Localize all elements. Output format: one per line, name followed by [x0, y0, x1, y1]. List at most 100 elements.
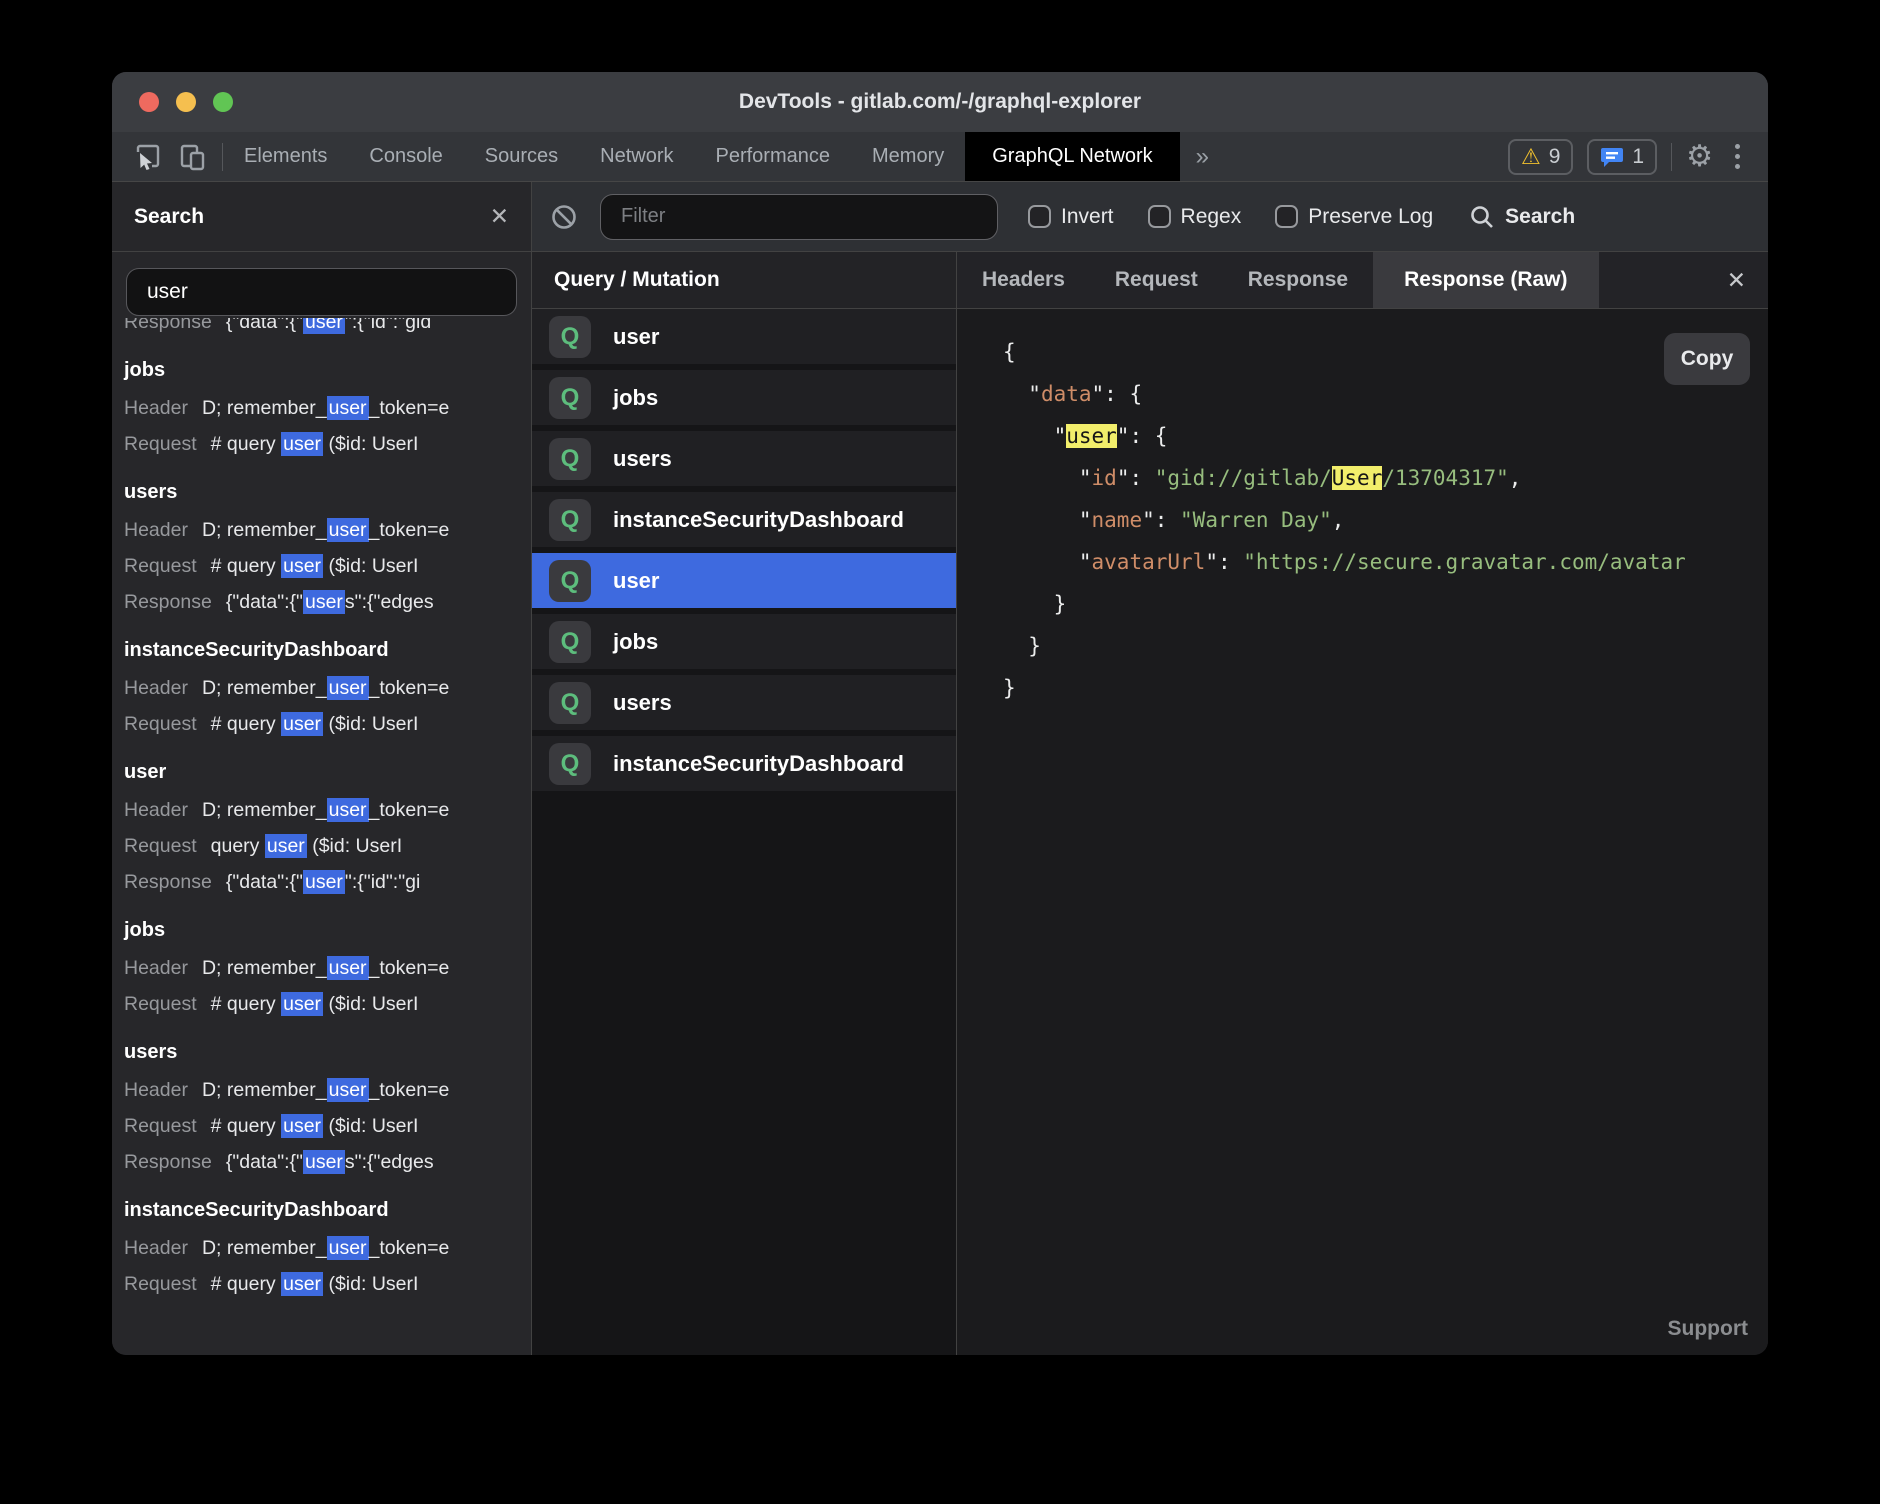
json-token: data: [1041, 382, 1092, 406]
query-row-users[interactable]: Qusers: [532, 431, 956, 486]
response-raw-view: Copy { "data": { "user": { "id": "gid://…: [957, 309, 1768, 1355]
query-row-label: user: [613, 568, 659, 594]
settings-gear-icon[interactable]: ⚙: [1686, 142, 1713, 172]
search-result-line[interactable]: Request# query user ($id: UserI: [124, 1266, 531, 1302]
warnings-badge[interactable]: ⚠ 9: [1508, 139, 1573, 175]
detail-tab-request[interactable]: Request: [1090, 252, 1223, 308]
detail-tab-headers[interactable]: Headers: [957, 252, 1090, 308]
json-line: }: [1003, 667, 1768, 709]
search-result-line[interactable]: Response{"data":{"users":{"edges: [124, 584, 531, 620]
result-text: ":{"id":"gi: [345, 871, 420, 893]
search-result-line[interactable]: HeaderD; remember_user_token=e: [124, 1230, 531, 1266]
search-result-group-title[interactable]: instanceSecurityDashboard: [124, 630, 531, 670]
search-result-group-title[interactable]: jobs: [124, 910, 531, 950]
detail-panel: HeadersRequestResponseResponse (Raw) ✕ Co…: [957, 252, 1768, 1355]
tab-memory[interactable]: Memory: [851, 132, 965, 181]
result-text: _token=e: [369, 519, 450, 541]
json-token: "Warren Day": [1180, 508, 1332, 532]
match-highlight: user: [1066, 424, 1117, 448]
search-result-line[interactable]: Request# query user ($id: UserI: [124, 426, 531, 462]
query-type-badge: Q: [549, 377, 591, 419]
result-text: # query: [211, 1115, 281, 1137]
query-type-badge: Q: [549, 316, 591, 358]
json-token: avatarUrl: [1092, 550, 1206, 574]
result-text: _token=e: [369, 799, 450, 821]
search-result-line[interactable]: HeaderD; remember_user_token=e: [124, 390, 531, 426]
inspect-element-icon[interactable]: [134, 142, 164, 172]
checkbox-invert[interactable]: Invert: [1028, 205, 1114, 229]
result-line-label: Response: [124, 318, 212, 333]
close-search-drawer-icon[interactable]: ✕: [490, 205, 509, 228]
tab-graphql-network[interactable]: GraphQL Network: [965, 132, 1179, 181]
issues-badge[interactable]: 1: [1587, 139, 1657, 175]
search-result-line[interactable]: Request# query user ($id: UserI: [124, 548, 531, 584]
search-result-group-title[interactable]: user: [124, 752, 531, 792]
search-result-line[interactable]: Requestquery user ($id: UserI: [124, 828, 531, 864]
query-row-instancesecuritydashboard[interactable]: QinstanceSecurityDashboard: [532, 492, 956, 547]
search-result-line[interactable]: Response{"data":{"user":{"id":"gid: [124, 318, 531, 340]
preserve-log-checkbox[interactable]: [1275, 205, 1298, 228]
checkbox-regex[interactable]: Regex: [1148, 205, 1242, 229]
search-result-group-title[interactable]: jobs: [124, 350, 531, 390]
query-list-panel: Query / Mutation QuserQjobsQusersQinstan…: [532, 252, 957, 1355]
device-toolbar-icon[interactable]: [178, 142, 208, 172]
detail-tab-response[interactable]: Response: [1223, 252, 1373, 308]
network-search-toggle[interactable]: Search: [1469, 204, 1575, 230]
search-results-panel: Response{"data":{"user":{"id":"gidjobsHe…: [112, 252, 532, 1355]
tab-sources[interactable]: Sources: [464, 132, 579, 181]
search-input[interactable]: [126, 268, 517, 316]
json-line: "user": {: [1003, 415, 1768, 457]
search-result-line[interactable]: Request# query user ($id: UserI: [124, 706, 531, 742]
search-result-line[interactable]: Response{"data":{"user":{"id":"gi: [124, 864, 531, 900]
invert-checkbox[interactable]: [1028, 205, 1051, 228]
clear-filter-icon[interactable]: [550, 203, 578, 231]
kebab-menu-icon[interactable]: [1727, 144, 1748, 169]
search-result-line[interactable]: HeaderD; remember_user_token=e: [124, 512, 531, 548]
query-type-badge: Q: [549, 438, 591, 480]
devtools-toolbar: ElementsConsoleSourcesNetworkPerformance…: [112, 132, 1768, 182]
search-result-group-title[interactable]: users: [124, 1032, 531, 1072]
query-row-instancesecuritydashboard[interactable]: QinstanceSecurityDashboard: [532, 736, 956, 791]
search-result-line[interactable]: HeaderD; remember_user_token=e: [124, 670, 531, 706]
regex-checkbox[interactable]: [1148, 205, 1171, 228]
json-token: ": {: [1117, 424, 1168, 448]
search-result-line[interactable]: Request# query user ($id: UserI: [124, 986, 531, 1022]
detail-tab-response-raw[interactable]: Response (Raw): [1373, 252, 1598, 308]
query-row-users[interactable]: Qusers: [532, 675, 956, 730]
search-result-line[interactable]: Response{"data":{"users":{"edges: [124, 1144, 531, 1180]
support-link[interactable]: Support: [1668, 1317, 1748, 1341]
result-text: {"data":{": [226, 591, 303, 613]
tab-elements[interactable]: Elements: [223, 132, 348, 181]
search-result-line[interactable]: HeaderD; remember_user_token=e: [124, 950, 531, 986]
more-tabs-chevron-icon[interactable]: »: [1180, 132, 1225, 181]
result-line-label: Request: [124, 555, 197, 577]
search-result-group-title[interactable]: instanceSecurityDashboard: [124, 1190, 531, 1230]
filter-input[interactable]: [600, 194, 998, 240]
close-detail-icon[interactable]: ✕: [1727, 252, 1768, 308]
query-row-jobs[interactable]: Qjobs: [532, 614, 956, 669]
query-row-user[interactable]: Quser: [532, 553, 956, 608]
tab-performance[interactable]: Performance: [695, 132, 852, 181]
result-text: ($id: UserI: [323, 555, 418, 577]
copy-button[interactable]: Copy: [1664, 333, 1750, 385]
search-result-line[interactable]: HeaderD; remember_user_token=e: [124, 1072, 531, 1108]
checkbox-preserve-log[interactable]: Preserve Log: [1275, 205, 1433, 229]
query-row-label: users: [613, 690, 672, 716]
result-text: # query: [211, 1273, 281, 1295]
query-row-user[interactable]: Quser: [532, 309, 956, 364]
json-line: }: [1003, 583, 1768, 625]
result-line-label: Request: [124, 835, 197, 857]
tab-console[interactable]: Console: [348, 132, 463, 181]
tab-network[interactable]: Network: [579, 132, 694, 181]
json-token: id: [1092, 466, 1117, 490]
search-result-group-title[interactable]: users: [124, 472, 531, 512]
result-text: _token=e: [369, 957, 450, 979]
query-row-jobs[interactable]: Qjobs: [532, 370, 956, 425]
match-highlight: user: [303, 870, 345, 894]
search-result-line[interactable]: HeaderD; remember_user_token=e: [124, 792, 531, 828]
search-result-line[interactable]: Request# query user ($id: UserI: [124, 1108, 531, 1144]
json-token: ": [1003, 424, 1066, 448]
query-row-label: instanceSecurityDashboard: [613, 507, 904, 533]
match-highlight: user: [303, 1150, 345, 1174]
json-token: "https://secure.gravatar.com/avatar: [1243, 550, 1686, 574]
